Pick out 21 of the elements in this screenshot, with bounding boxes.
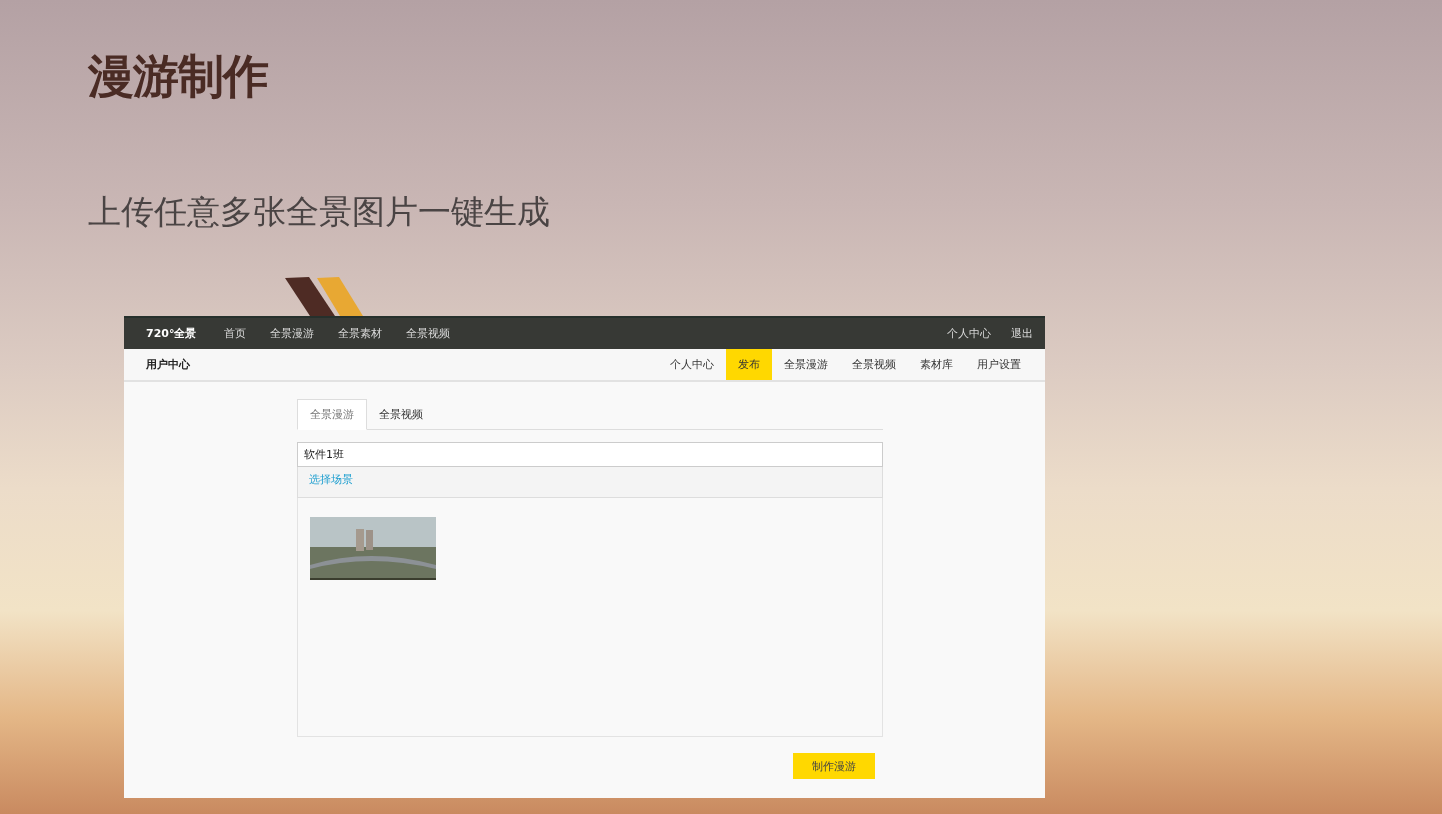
nav-link[interactable]: 退出 (1011, 326, 1033, 341)
nav-link[interactable]: 首页 (224, 326, 247, 341)
section-title: 用户中心 (146, 357, 190, 372)
slide-subtitle: 上传任意多张全景图片一键生成 (88, 191, 551, 233)
nav-link[interactable]: 全景视频 (406, 326, 451, 341)
nav-link[interactable]: 全景素材 (338, 326, 383, 341)
slide-title: 漫游制作 (88, 48, 269, 105)
tab[interactable]: 全景视频 (367, 399, 435, 430)
name-input-field[interactable]: 软件1班 (297, 442, 883, 467)
nav-link[interactable]: 全景漫游 (270, 326, 315, 341)
site-logo[interactable]: 720°全景 (146, 326, 197, 341)
panorama-thumbnail[interactable] (310, 517, 436, 580)
tab[interactable]: 全景漫游 (297, 399, 367, 430)
sub-nav-item[interactable]: 全景漫游 (772, 349, 840, 380)
sub-nav-item[interactable]: 素材库 (908, 349, 965, 380)
sub-nav-item[interactable]: 全景视频 (840, 349, 908, 380)
create-tour-button[interactable]: 制作漫游 (793, 753, 875, 779)
sub-nav-item[interactable]: 发布 (726, 349, 772, 380)
sub-nav-item[interactable]: 个人中心 (658, 349, 726, 380)
sub-nav-item[interactable]: 用户设置 (965, 349, 1033, 380)
nav-link[interactable]: 个人中心 (947, 326, 991, 341)
